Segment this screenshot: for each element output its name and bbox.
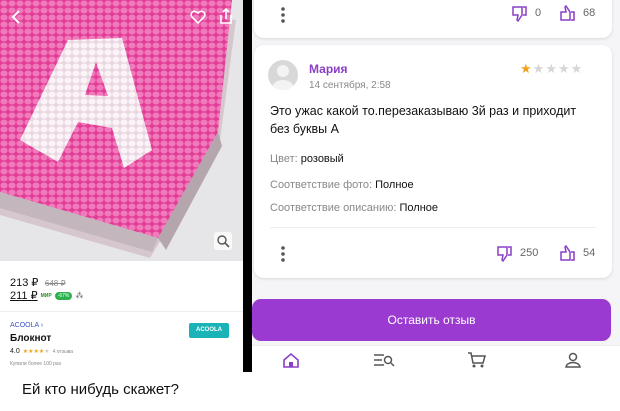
notebook-image — [0, 0, 243, 261]
like-icon[interactable] — [559, 4, 577, 22]
reviews-screen: 0 68 Мария 14 сентября, 2:58 ★★★★★ Это у… — [252, 0, 620, 372]
review-stars: ★★★★★ — [520, 61, 583, 77]
color-value: розовый — [300, 153, 344, 165]
home-icon[interactable] — [282, 352, 300, 368]
review-date: 14 сентября, 2:58 — [309, 80, 391, 91]
color-label: Цвет: — [270, 153, 298, 165]
product-screen: 213 ₽ 648 ₽ 211 ₽ МИР -67% ⁂ ACOOLA › Бл… — [0, 0, 243, 372]
cart-icon[interactable] — [467, 351, 487, 369]
review-text: Это ужас какой то.перезаказываю 3й раз и… — [270, 104, 577, 136]
dislike-icon[interactable] — [496, 245, 514, 263]
more-options-icon[interactable] — [281, 6, 285, 24]
star-empty: ★ — [570, 61, 584, 76]
more-icon[interactable]: ⁂ — [75, 291, 83, 300]
dislike-icon[interactable] — [511, 5, 529, 23]
profile-icon[interactable] — [565, 351, 581, 369]
description-match-row: Соответствие описанию: Полное — [270, 202, 438, 214]
dislike-count: 0 — [535, 7, 542, 19]
review-card: Мария 14 сентября, 2:58 ★★★★★ Это ужас к… — [254, 45, 612, 278]
like-icon[interactable] — [559, 244, 577, 262]
rating-row: 4.0 ★★★★★ 4 отзыва — [10, 348, 73, 355]
product-name: Блокнот — [10, 333, 52, 344]
dislike-count: 250 — [520, 247, 539, 259]
review-divider — [270, 227, 596, 228]
rating-value: 4.0 — [10, 348, 20, 355]
review-author: Мария — [309, 62, 348, 76]
zoom-icon[interactable] — [214, 232, 232, 250]
brand-link[interactable]: ACOOLA › — [10, 322, 43, 329]
avatar — [268, 60, 298, 90]
bought-count: Купили более 100 раз — [10, 361, 61, 367]
bottom-nav — [252, 345, 620, 372]
panel-divider — [243, 0, 252, 372]
divider — [0, 311, 243, 312]
star-empty: ★ — [545, 61, 558, 76]
like-count: 54 — [583, 247, 596, 259]
star-empty: ★ — [557, 61, 571, 76]
discount-badge: -67% — [54, 291, 73, 300]
photo-match-row: Соответствие фото: Полное — [270, 179, 414, 191]
shop-badge[interactable]: ACOOLA — [189, 323, 229, 338]
photo-match-label: Соответствие фото: — [270, 179, 373, 191]
photo-match-value: Полное — [375, 179, 414, 191]
description-match-label: Соответствие описанию: — [270, 202, 397, 214]
description-match-value: Полное — [399, 202, 439, 214]
product-photo[interactable] — [0, 0, 243, 261]
like-count: 68 — [583, 7, 596, 19]
color-row: Цвет: розовый — [270, 153, 344, 165]
old-price: 648 ₽ — [44, 279, 66, 288]
star-filled: ★ — [520, 61, 533, 76]
card-price: 211 ₽ — [10, 290, 38, 302]
card-price-block: 211 ₽ МИР -67% ⁂ — [10, 289, 83, 302]
catalog-search-icon[interactable] — [373, 352, 395, 368]
star-empty: ★ — [532, 61, 546, 76]
caption: Ей кто нибудь скажет? — [22, 381, 179, 398]
more-options-icon[interactable] — [281, 245, 285, 263]
favorite-icon[interactable] — [190, 9, 206, 25]
reviews-count[interactable]: 4 отзыва — [53, 349, 73, 355]
share-icon[interactable] — [218, 7, 234, 25]
leave-review-button[interactable]: Оставить отзыв — [252, 299, 611, 341]
previous-review-card: 0 68 — [254, 0, 612, 38]
rating-stars: ★★★★★ — [22, 349, 50, 355]
back-icon[interactable] — [9, 10, 23, 24]
mir-tag: МИР — [40, 292, 52, 299]
price: 213 ₽ — [10, 277, 39, 289]
